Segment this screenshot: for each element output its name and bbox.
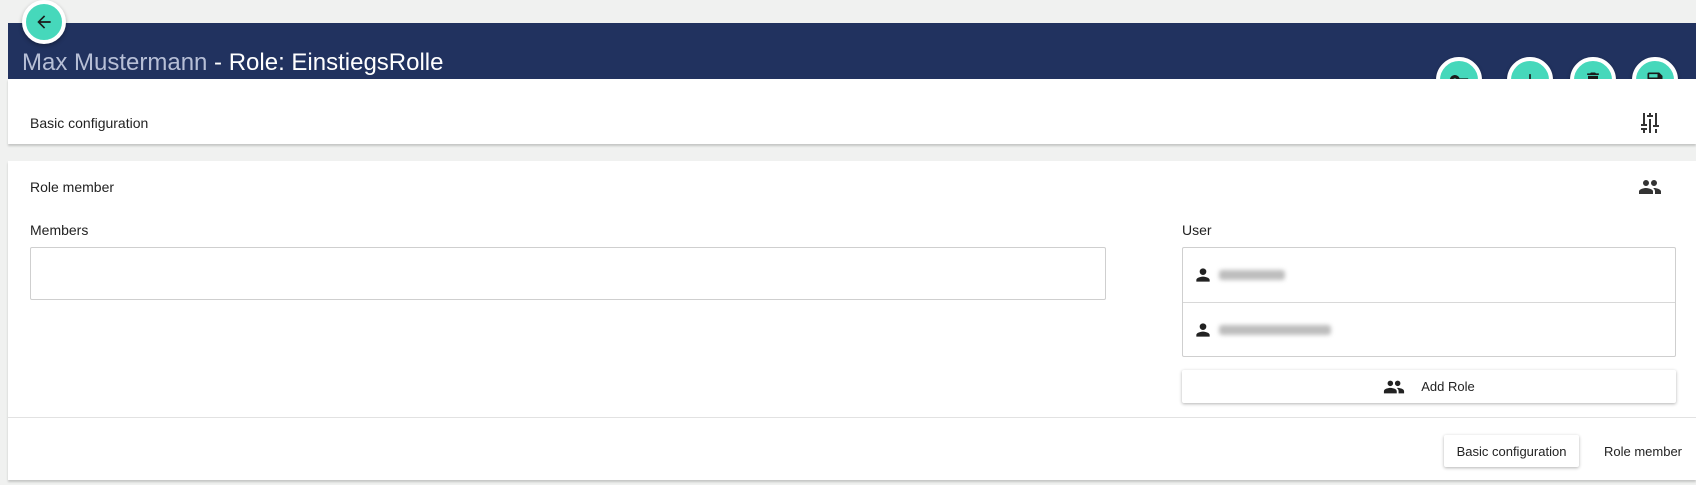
basic-configuration-title: Basic configuration bbox=[30, 115, 149, 131]
list-item[interactable] bbox=[1183, 248, 1675, 302]
members-dropzone[interactable] bbox=[30, 247, 1106, 300]
person-icon bbox=[1196, 268, 1210, 282]
list-item[interactable] bbox=[1183, 302, 1675, 357]
user-label: User bbox=[1182, 222, 1212, 238]
members-label: Members bbox=[30, 222, 89, 238]
sliders-icon bbox=[1638, 111, 1662, 135]
add-role-label: Add Role bbox=[1421, 379, 1475, 394]
add-role-button[interactable]: Add Role bbox=[1182, 370, 1676, 403]
redacted-user-name bbox=[1219, 270, 1285, 280]
back-button[interactable] bbox=[22, 0, 66, 44]
user-name: Max Mustermann bbox=[22, 49, 208, 76]
role-member-panel: Role member Members User Add Role Basic … bbox=[8, 161, 1696, 480]
people-icon bbox=[1638, 175, 1662, 199]
divider bbox=[8, 417, 1696, 418]
role-text: - Role: EinstiegsRolle bbox=[207, 49, 444, 76]
arrow-left-icon bbox=[37, 15, 51, 29]
step-basic-configuration-button[interactable]: Basic configuration bbox=[1444, 435, 1579, 467]
basic-configuration-panel[interactable]: Basic configuration bbox=[8, 79, 1696, 144]
step-role-member-button[interactable]: Role member bbox=[1598, 435, 1688, 467]
redacted-user-name bbox=[1219, 325, 1331, 335]
person-icon bbox=[1196, 323, 1210, 337]
page-title: Max Mustermann - Role: EinstiegsRolle bbox=[22, 49, 444, 77]
role-member-title: Role member bbox=[30, 179, 115, 195]
people-icon bbox=[1384, 380, 1405, 393]
user-list bbox=[1182, 247, 1676, 357]
